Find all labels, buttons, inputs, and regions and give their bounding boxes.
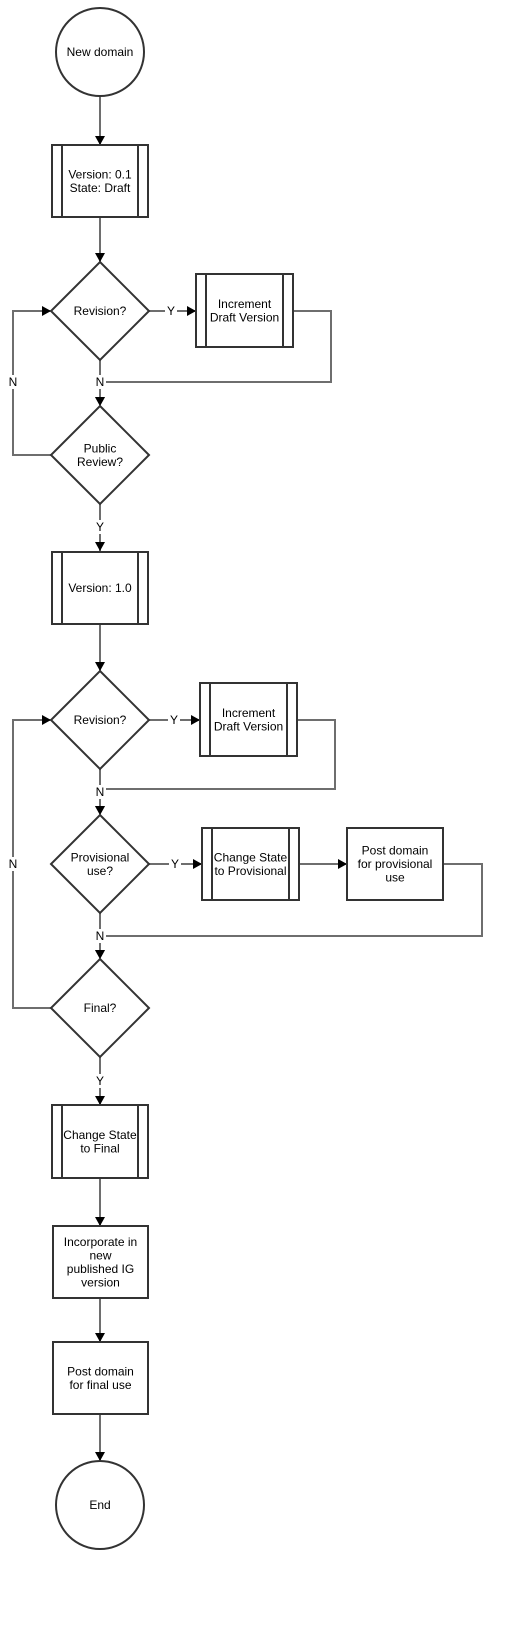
edge-change-final-to-incorporate [95,1178,105,1226]
edge-label-text: Y [96,1074,104,1088]
node-label: Increment [222,706,276,720]
node-change-final: Change Stateto Final [51,1104,149,1179]
node-label: Draft Version [214,719,283,733]
node-label: Revision? [74,304,127,318]
arrowhead-icon [95,1096,105,1105]
arrowhead-icon [95,1452,105,1461]
arrowhead-icon [338,859,347,869]
edge-label-text: N [96,785,105,799]
edge-label-text: N [9,375,18,389]
node-label: Provisional [71,850,130,864]
node-label: State: Draft [70,181,131,195]
node-final: Final? [49,957,151,1059]
edge-label-text: Y [171,857,179,871]
node-label: Version: 0.1 [68,167,132,181]
node-label: for provisional [358,857,433,871]
edge-new-domain-to-version-01 [95,96,105,145]
edge-label-text: N [96,375,105,389]
node-label: published IG [67,1262,134,1276]
node-post-final: Post domainfor final use [52,1341,149,1415]
edge-label-text: Y [167,304,175,318]
node-label: Incorporate in [64,1235,137,1249]
node-label: Post domain [362,844,429,858]
edge-label: Y [94,520,106,534]
edge-label-text: Y [170,713,178,727]
node-label: Revision? [74,713,127,727]
node-label: Draft Version [210,310,279,324]
node-label: use? [87,864,113,878]
edge-label: N [94,929,106,943]
node-label: New domain [67,45,134,59]
edge-label: N [94,785,106,799]
node-label: Change State [214,850,288,864]
arrowhead-icon [191,715,200,725]
node-label: Increment [218,297,272,311]
node-label: Final? [84,1001,117,1015]
arrowhead-icon [95,542,105,551]
edge-label-text: N [9,857,18,871]
node-version-10: Version: 1.0 [51,551,149,625]
node-revision-2: Revision? [49,669,151,771]
node-provisional-use: Provisionaluse? [49,813,151,915]
node-label: new [89,1248,111,1262]
edge-label: N [7,375,19,389]
edge-label: Y [168,713,180,727]
edge-incorporate-to-post-final [95,1298,105,1342]
edge-label: Y [94,1074,106,1088]
arrowhead-icon [95,136,105,145]
edge-label: N [7,857,19,871]
node-label: Post domain [67,1364,134,1378]
edge-version-10-to-revision-2 [95,624,105,671]
node-label: version [81,1275,120,1289]
node-label: for final use [69,1378,131,1392]
edge-label: Y [169,857,181,871]
node-label: Change State [63,1128,137,1142]
edge-label: Y [165,304,177,318]
node-revision-1: Revision? [49,260,151,362]
node-label: to Provisional [214,864,286,878]
node-end: End [55,1460,145,1550]
node-increment-2: IncrementDraft Version [199,682,298,757]
node-incorporate: Incorporate innewpublished IGversion [52,1225,149,1299]
node-version-01: Version: 0.1State: Draft [51,144,149,218]
node-label: End [89,1498,110,1512]
arrowhead-icon [95,1333,105,1342]
node-change-provisional: Change Stateto Provisional [201,827,300,901]
node-label: Public [84,441,117,455]
node-label: Review? [77,455,123,469]
node-label: Version: 1.0 [68,581,132,595]
arrowhead-icon [187,306,196,316]
node-increment-1: IncrementDraft Version [195,273,294,348]
node-label: use [385,871,405,885]
edge-label-text: N [96,929,105,943]
arrowhead-icon [95,1217,105,1226]
flowchart: New domain Version: 0.1State: Draft Revisi… [7,7,483,1550]
edge-label-text: Y [96,520,104,534]
arrowhead-icon [193,859,202,869]
edge-post-final-to-end [95,1414,105,1461]
node-new-domain: New domain [55,7,145,97]
node-post-provisional: Post domainfor provisionaluse [346,827,444,901]
edge-label: N [94,375,106,389]
edge-version-01-to-revision-1 [95,217,105,262]
edge-change-provisional-to-post-provisional [299,859,347,869]
node-public-review: PublicReview? [49,404,151,506]
node-label: to Final [80,1141,119,1155]
